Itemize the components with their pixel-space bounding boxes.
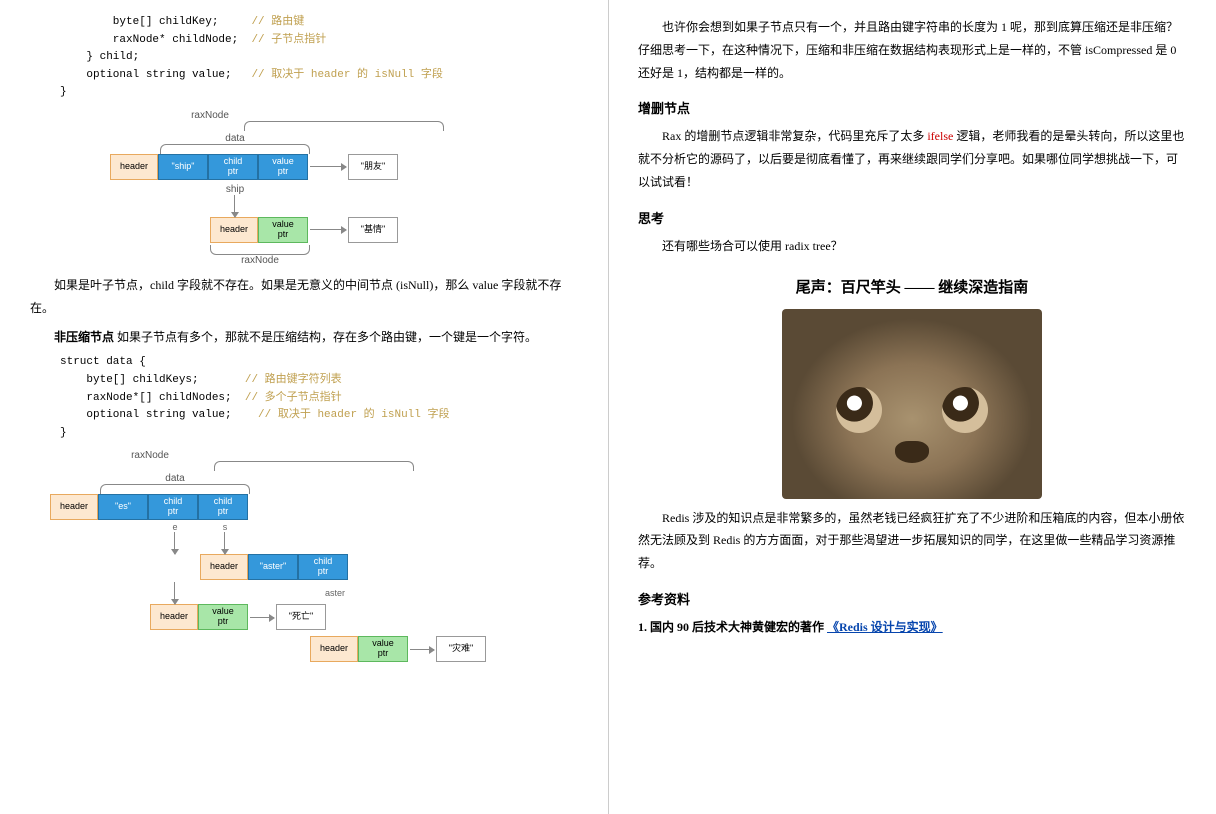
heading-think: 思考 — [638, 208, 1186, 227]
arrow-icon — [410, 649, 434, 650]
arrow-down-icon — [174, 582, 175, 604]
cell-disaster: "灾难" — [436, 636, 486, 662]
left-page: byte[] childKey; // 路由键 raxNode* childNo… — [0, 0, 608, 814]
diagram2-row-2: header "aster" child ptr — [200, 554, 578, 580]
reference-link-1[interactable]: 《Redis 设计与实现》 — [827, 620, 943, 634]
diagram-noncompressed-node: raxNode data header "es" child ptr child… — [50, 450, 578, 662]
heading-references: 参考资料 — [638, 589, 1186, 608]
label-s: s — [200, 522, 250, 532]
cell-valueptr-4: value ptr — [358, 636, 408, 662]
diagram-row-1: header "ship" child ptr value ptr "朋友" — [110, 154, 578, 180]
cell-friend: "朋友" — [348, 154, 398, 180]
heading-add-delete: 增删节点 — [638, 98, 1186, 117]
cell-childptr-c: child ptr — [298, 554, 348, 580]
cell-ship: "ship" — [158, 154, 208, 180]
cell-valueptr-2: value ptr — [258, 217, 308, 243]
cell-valueptr: value ptr — [258, 154, 308, 180]
label-data-2: data — [100, 473, 250, 484]
label-data: data — [160, 133, 310, 144]
sloth-image — [782, 309, 1042, 499]
paragraph-add-delete: Rax 的增删节点逻辑非常复杂，代码里充斥了太多 ifelse 逻辑，老师我看的… — [638, 125, 1186, 193]
paragraph-compress-question: 也许你会想到如果子节点只有一个，并且路由键字符串的长度为 1 呢，那到底算压缩还… — [638, 16, 1186, 84]
cell-base: "基情" — [348, 217, 398, 243]
cell-es: "es" — [98, 494, 148, 520]
diagram-row-2: header value ptr "基情" — [210, 217, 578, 243]
cell-header-3: header — [50, 494, 98, 520]
heading-epilogue: 尾声：百尺竿头 —— 继续深造指南 — [638, 276, 1186, 297]
cell-header: header — [110, 154, 158, 180]
right-page: 也许你会想到如果子节点只有一个，并且路由键字符串的长度为 1 呢，那到底算压缩还… — [608, 0, 1216, 814]
arrow-icon — [250, 617, 274, 618]
cell-death: "死亡" — [276, 604, 326, 630]
reference-item-1: 1. 国内 90 后技术大神黄健宏的著作 《Redis 设计与实现》 — [638, 616, 1186, 639]
paragraph-leaf: 如果是叶子节点，child 字段就不存在。如果是无意义的中间节点 (isNull… — [30, 274, 578, 320]
code-block-1: byte[] childKey; // 路由键 raxNode* childNo… — [60, 14, 578, 102]
arrow-down-icon — [174, 532, 175, 554]
arrow-down-icon — [224, 532, 225, 554]
paragraph-think: 还有哪些场合可以使用 radix tree？ — [638, 235, 1186, 258]
paragraph-epilogue: Redis 涉及的知识点是非常繁多的，虽然老钱已经疯狂扩充了不少进阶和压箱底的内… — [638, 507, 1186, 575]
arrow-icon — [310, 166, 346, 167]
cell-header-2: header — [210, 217, 258, 243]
diagram-compressed-node: raxNode data header "ship" child ptr val… — [110, 110, 578, 266]
code-block-2: struct data { byte[] childKeys; // 路由键字符… — [60, 354, 578, 442]
cell-aster: "aster" — [248, 554, 298, 580]
cell-header-5: header — [150, 604, 198, 630]
label-raxnode-3: raxNode — [50, 450, 250, 461]
diagram2-row-3: header value ptr "死亡" — [150, 604, 578, 630]
cell-childptr-b: child ptr — [198, 494, 248, 520]
label-raxnode-2: raxNode — [210, 255, 310, 266]
diagram2-row-4: header value ptr "灾难" — [310, 636, 578, 662]
cell-valueptr-3: value ptr — [198, 604, 248, 630]
label-e: e — [150, 522, 200, 532]
diagram2-row-1: header "es" child ptr child ptr — [50, 494, 578, 520]
cell-header-6: header — [310, 636, 358, 662]
label-shipword: ship — [210, 184, 260, 195]
cell-childptr: child ptr — [208, 154, 258, 180]
arrow-icon — [310, 229, 346, 230]
cell-header-4: header — [200, 554, 248, 580]
arrow-down-icon — [234, 195, 235, 217]
label-aster: aster — [325, 588, 345, 598]
label-raxnode: raxNode — [110, 110, 310, 121]
paragraph-noncompressed-lead: 非压缩节点 如果子节点有多个，那就不是压缩结构，存在多个路由键，一个键是一个字符… — [30, 326, 578, 349]
cell-childptr-a: child ptr — [148, 494, 198, 520]
